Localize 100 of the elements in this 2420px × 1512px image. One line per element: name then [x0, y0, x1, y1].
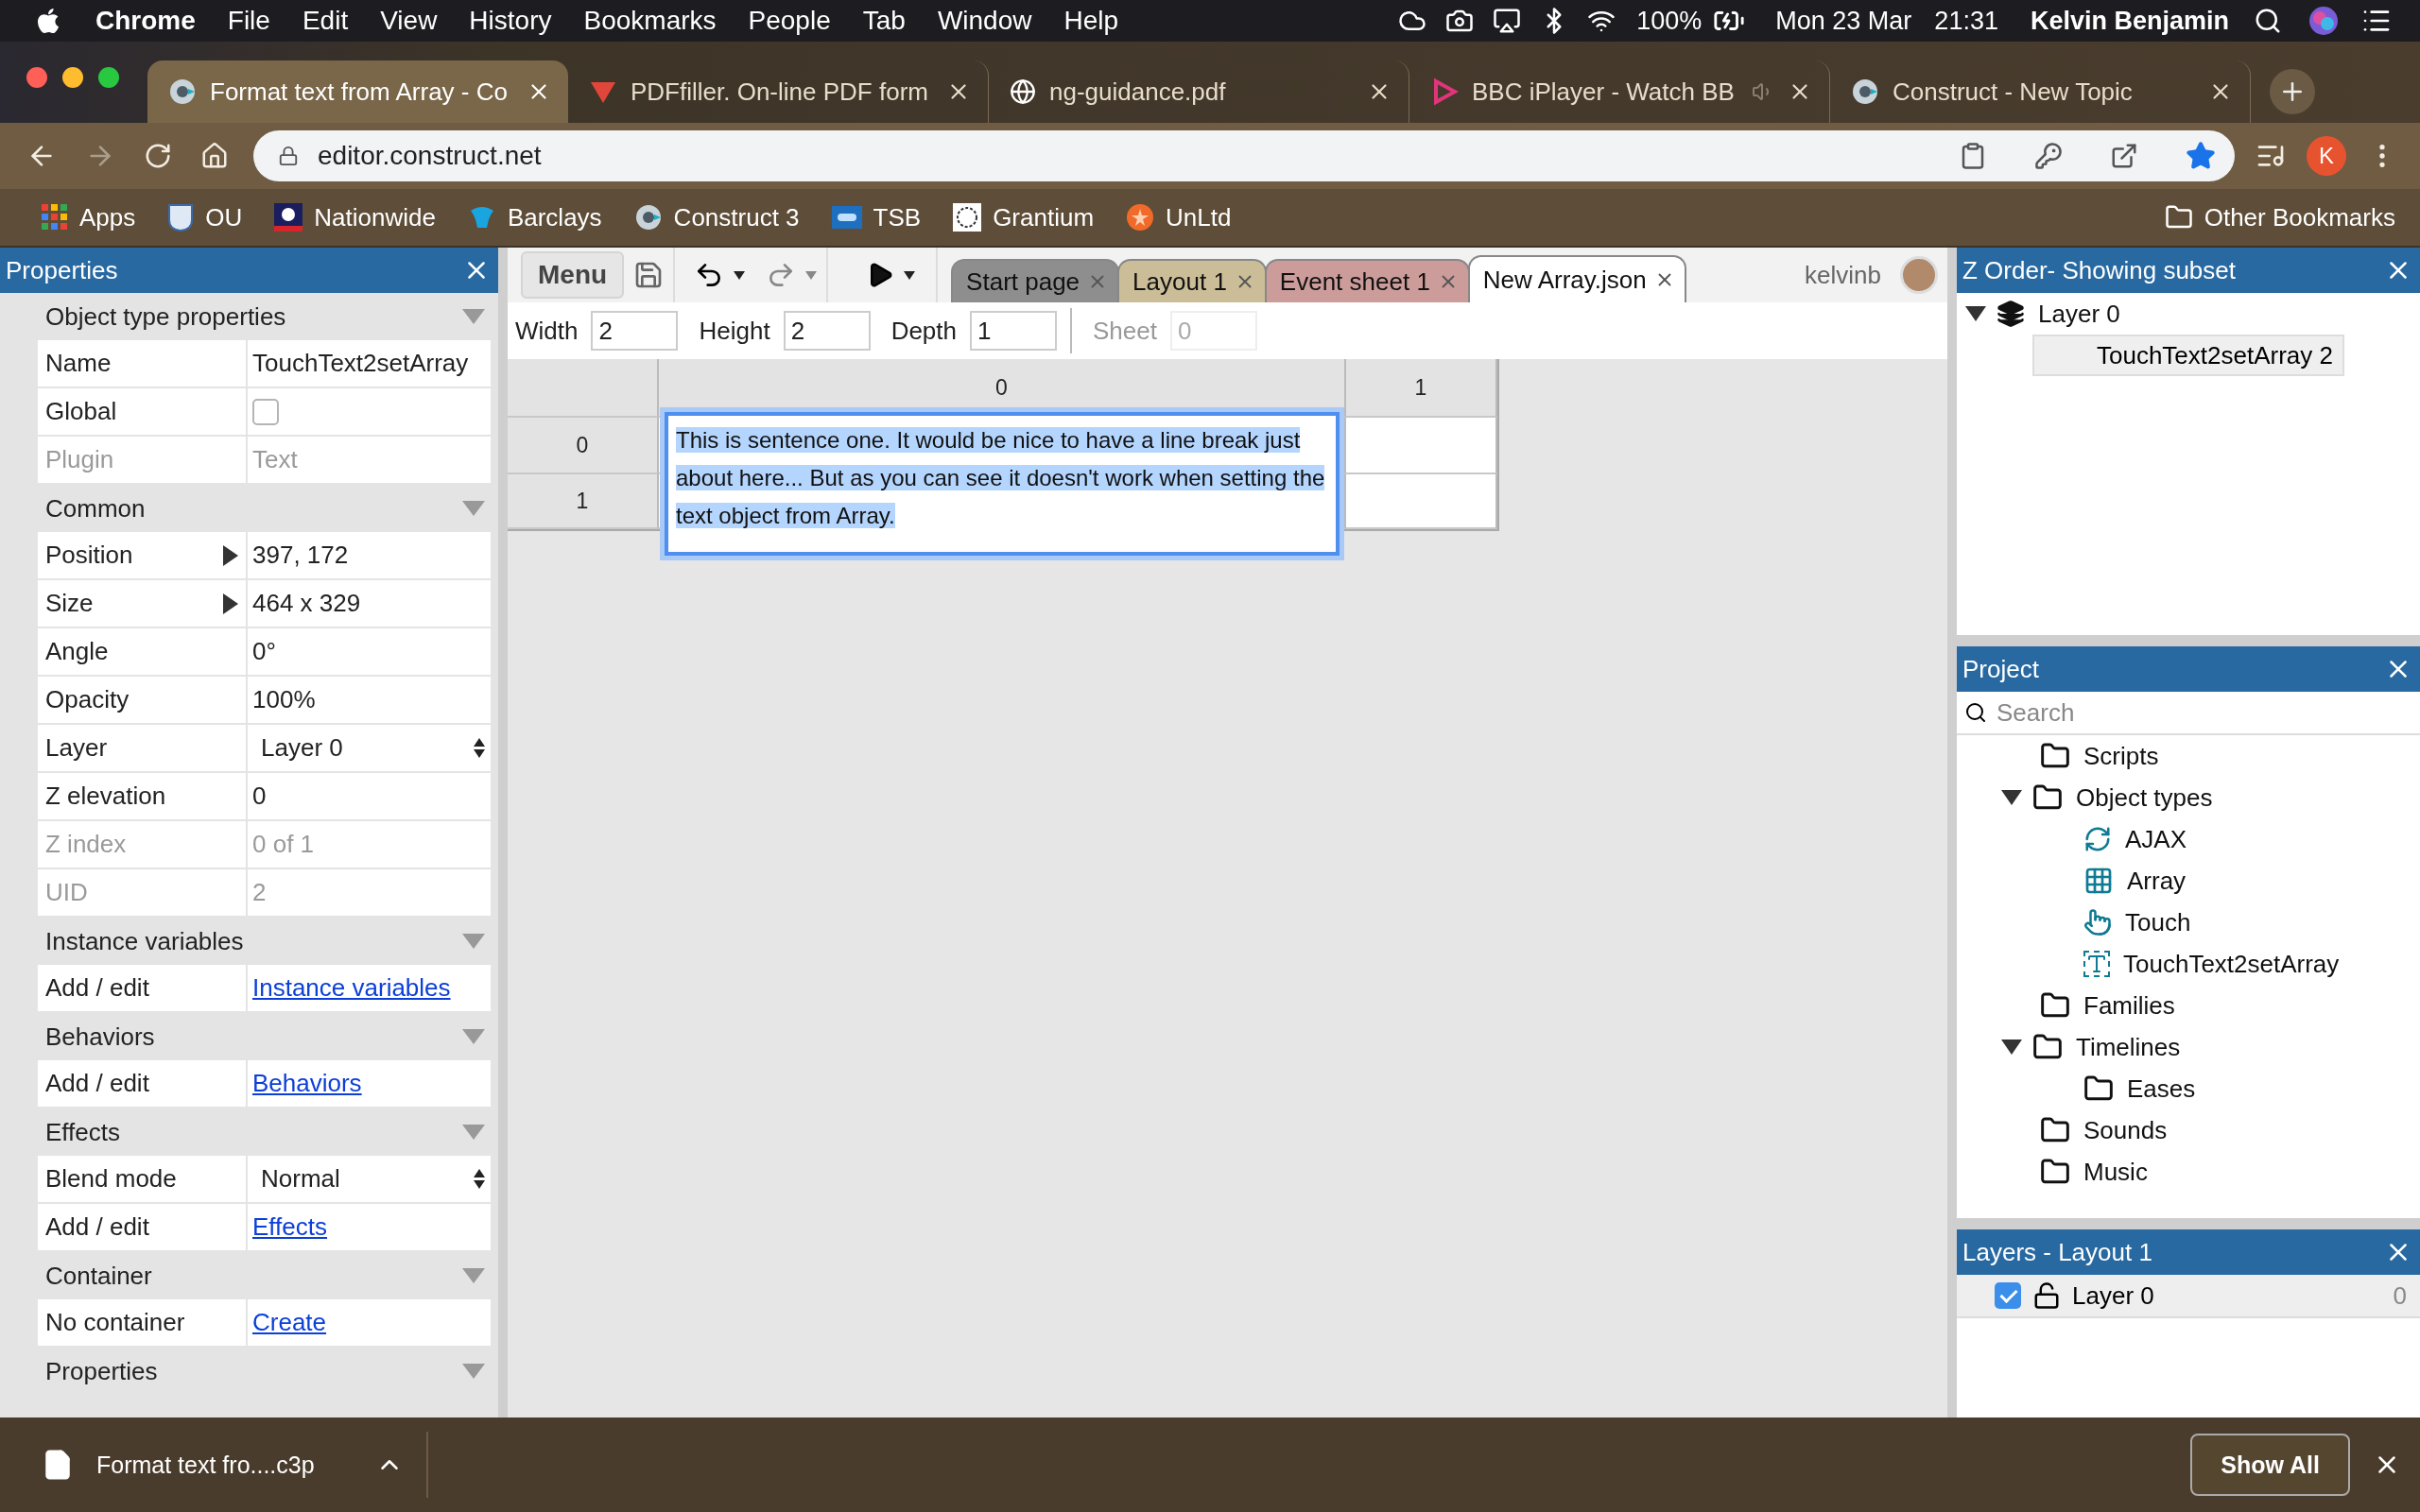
tree-item[interactable]: Sounds	[2083, 1115, 2168, 1145]
tree-item[interactable]: Object types	[2076, 782, 2213, 813]
updown-arrows-icon[interactable]	[474, 738, 485, 758]
sync-arrows-icon	[2083, 825, 2112, 853]
bookmark[interactable]: Nationwide	[261, 202, 449, 232]
expand-arrow-icon[interactable]	[223, 593, 238, 614]
property-label: Add / edit	[45, 1212, 149, 1242]
search-icon[interactable]	[2254, 7, 2282, 35]
reload-icon[interactable]	[144, 142, 172, 170]
menu-button[interactable]: Menu	[521, 251, 625, 299]
column-header: 1	[1346, 359, 1497, 418]
window-minimize-control[interactable]	[62, 67, 83, 88]
tree-item[interactable]: Scripts	[2083, 741, 2159, 771]
layer-name[interactable]: Layer 0	[2072, 1280, 2154, 1311]
number-field[interactable]: 2	[591, 311, 679, 351]
table-cell[interactable]	[1346, 474, 1497, 529]
number-field[interactable]: 1	[970, 311, 1057, 351]
editor-tab[interactable]: Event sheet 1	[1264, 259, 1470, 302]
tree-item[interactable]: TouchText2setArray	[2123, 949, 2340, 979]
orb-icon[interactable]	[2308, 6, 2339, 36]
address-bar[interactable]: editor.construct.net	[253, 130, 2235, 181]
tree-item[interactable]: Array	[2127, 866, 2187, 896]
menubar-time: 21:31	[1933, 6, 1999, 36]
hand-pointer-icon	[2083, 908, 2112, 936]
new-tab-button[interactable]	[2270, 69, 2315, 114]
property-label: No container	[45, 1308, 185, 1337]
menu-item[interactable]: Tab	[846, 6, 922, 36]
airplay-icon[interactable]	[1493, 7, 1522, 35]
expand-toggle-icon[interactable]	[2001, 1040, 2022, 1055]
caret-icon[interactable]	[734, 270, 746, 280]
section-title: Container	[45, 1261, 152, 1291]
tree-item[interactable]: Eases	[2127, 1074, 2196, 1104]
table-cell[interactable]	[1346, 418, 1497, 474]
editor-tab[interactable]: Layout 1	[1117, 259, 1267, 302]
expand-toggle-icon[interactable]	[2001, 790, 2022, 805]
property-link[interactable]: Effects	[252, 1212, 327, 1242]
bookmark[interactable]: TSB	[818, 202, 935, 232]
star-icon[interactable]	[2186, 141, 2216, 171]
panel-title: Z Order- Showing subset	[1962, 255, 2236, 285]
bookmark[interactable]: Apps	[28, 202, 149, 232]
section-title: Instance variables	[45, 926, 244, 956]
number-field[interactable]: 2	[783, 311, 871, 351]
menu-item[interactable]: Help	[1047, 6, 1135, 36]
user-name[interactable]: Kelvin Benjamin	[2018, 6, 2240, 36]
menu-item[interactable]: File	[211, 6, 286, 36]
tree-item[interactable]: Music	[2083, 1157, 2148, 1187]
property-link[interactable]: Instance variables	[252, 973, 451, 1003]
caret-icon[interactable]	[904, 270, 916, 280]
tree-item[interactable]: AJAX	[2125, 824, 2187, 854]
c-logo-icon	[633, 203, 663, 232]
property-label: Global	[45, 397, 117, 426]
window-close-control[interactable]	[26, 67, 47, 88]
select-value[interactable]: Layer 0	[261, 733, 343, 763]
menu-item[interactable]: Bookmarks	[567, 6, 733, 36]
section-title: Common	[45, 493, 146, 524]
profile-avatar[interactable]: K	[2307, 136, 2346, 176]
property-value: 0 of 1	[252, 830, 315, 859]
updown-arrows-icon[interactable]	[474, 1169, 485, 1189]
tree-item[interactable]: Touch	[2125, 907, 2191, 937]
tree-item[interactable]: Families	[2083, 990, 2175, 1021]
tree-item[interactable]: TouchText2setArray 2	[2032, 335, 2344, 376]
text-icon	[2083, 951, 2110, 977]
bookmark[interactable]: Barclays	[454, 202, 615, 232]
bookmark-folder[interactable]: Other Bookmarks	[2151, 202, 2409, 232]
battery-percent: 100%	[1635, 6, 1703, 36]
bookmark[interactable]: UnLtd	[1113, 202, 1245, 232]
editor-tab[interactable]: New Array.json	[1467, 255, 1686, 302]
property-link[interactable]: Create	[252, 1308, 327, 1337]
download-item[interactable]: Format text fro....c3p	[96, 1451, 315, 1479]
home-icon[interactable]	[200, 142, 229, 170]
window-zoom-control[interactable]	[98, 67, 119, 88]
property-link[interactable]: Behaviors	[252, 1069, 362, 1098]
padlock-icon[interactable]	[2032, 1281, 2061, 1310]
bookmark[interactable]: OU	[154, 202, 256, 232]
checkbox[interactable]	[1995, 1282, 2021, 1309]
menu-item[interactable]: People	[732, 6, 847, 36]
menu-item[interactable]: View	[364, 6, 454, 36]
expand-arrow-icon[interactable]	[223, 544, 238, 566]
field-label: Height	[699, 316, 770, 346]
browser-tab[interactable]: Format text from Array - Co	[147, 60, 568, 123]
search-icon	[1964, 701, 1987, 724]
menu-item[interactable]: History	[453, 6, 568, 36]
editor-tab[interactable]: Start page	[951, 259, 1120, 302]
bookmark[interactable]: Construct 3	[620, 202, 813, 232]
property-value: Text	[252, 445, 298, 474]
user-name[interactable]: kelvinb	[1805, 260, 1881, 290]
tree-item[interactable]: Layer 0	[2038, 299, 2120, 329]
external-link-icon[interactable]	[2110, 142, 2138, 170]
menu-item[interactable]: Window	[921, 6, 1048, 36]
menu-item[interactable]: Chrome	[79, 6, 212, 36]
tree-item[interactable]: Timelines	[2076, 1032, 2181, 1062]
property-label: Add / edit	[45, 973, 149, 1003]
key-icon[interactable]	[2034, 142, 2063, 170]
show-all-button[interactable]: Show All	[2190, 1434, 2350, 1496]
bookmark[interactable]: Grantium	[940, 202, 1108, 232]
avatar-icon[interactable]	[1900, 256, 1938, 294]
checkbox[interactable]	[252, 398, 279, 425]
menu-item[interactable]: Edit	[285, 6, 365, 36]
select-value[interactable]: Normal	[261, 1164, 340, 1194]
property-value: 397, 172	[252, 541, 349, 570]
